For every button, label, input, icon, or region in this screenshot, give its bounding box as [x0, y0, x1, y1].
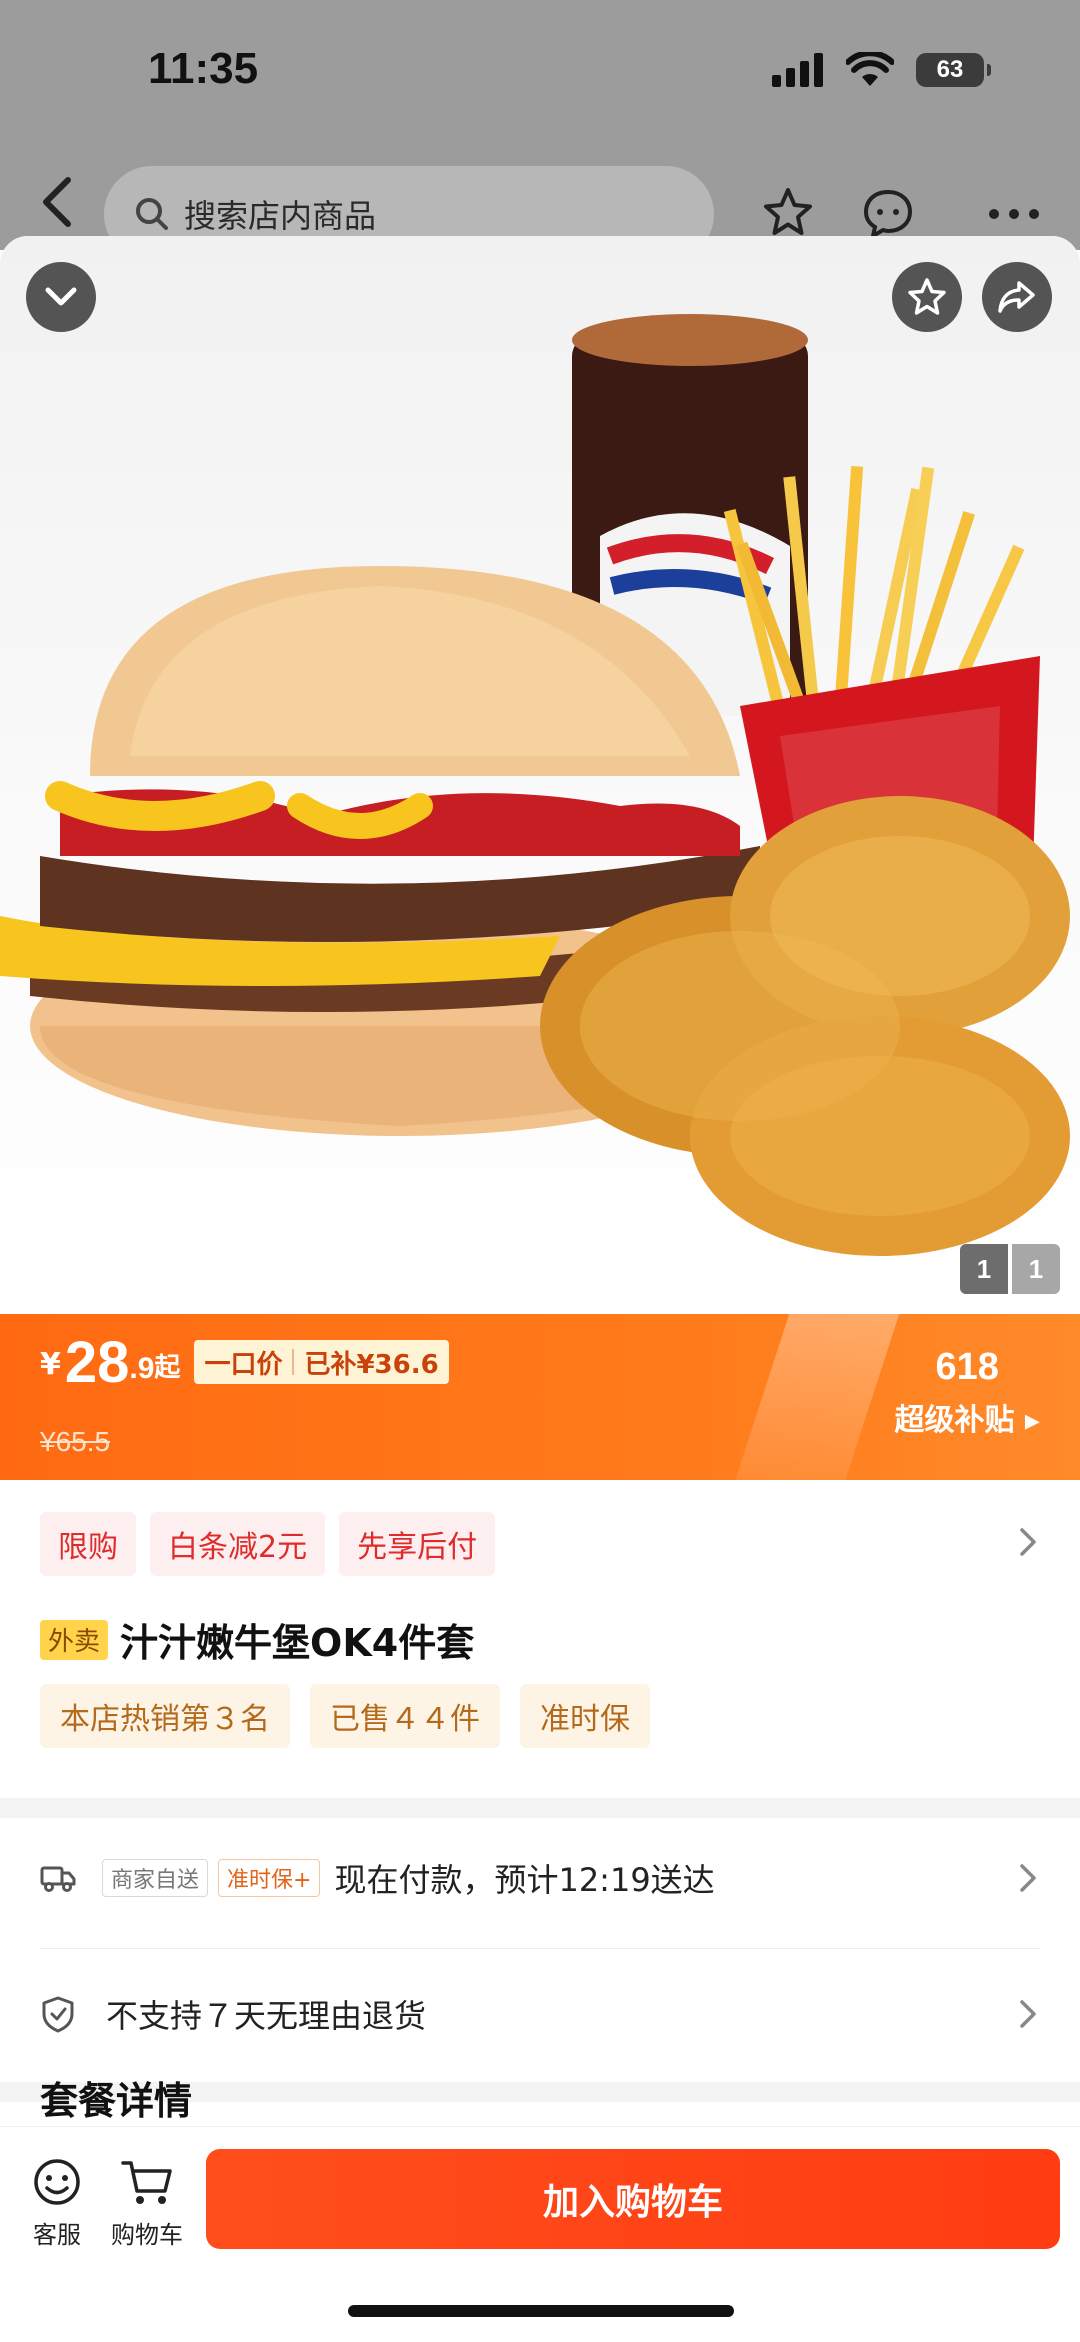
chevron-right-icon[interactable] — [1016, 1994, 1040, 2034]
star-icon — [908, 278, 946, 315]
return-policy-text: 不支持７天无理由退货 — [106, 1997, 427, 2035]
image-counter: 1 1 — [960, 1244, 1060, 1294]
home-indicator[interactable] — [348, 2305, 734, 2317]
promo-618-number: 618 — [935, 1346, 999, 1388]
image-current: 1 — [960, 1244, 1008, 1294]
favorite-product-button[interactable] — [892, 262, 962, 332]
promo-tag: 先享后付 — [339, 1512, 496, 1576]
super-subsidy-link[interactable]: 618 超级补贴 ▸ — [894, 1346, 1040, 1439]
current-price: ¥ 28 .9 起 一口价 已补¥36.6 — [40, 1334, 449, 1392]
customer-service-label: 客服 — [33, 2221, 81, 2249]
status-time: 11:35 — [148, 44, 259, 93]
favorite-store-icon[interactable] — [758, 184, 818, 244]
section-divider — [0, 1798, 1080, 1818]
on-time-guarantee-tag: 准时保+ — [218, 1859, 321, 1897]
chevron-right-icon[interactable] — [1016, 1522, 1040, 1562]
price-decimal: .9 — [129, 1352, 155, 1385]
shopping-cart-button[interactable]: 购物车 — [102, 2157, 192, 2250]
delivery-badge: 外卖 — [40, 1619, 109, 1660]
battery-indicator: 63 — [916, 53, 991, 87]
product-title: 汁汁嫩牛堡OK4件套 — [120, 1621, 475, 1665]
promo-tag: 限购 — [40, 1512, 136, 1576]
customer-chat-icon[interactable] — [858, 184, 918, 244]
product-detail-sheet: 1 1 ¥ 28 .9 起 一口价 已补¥36.6 ¥65.5 618 超级补贴… — [0, 236, 1080, 2341]
info-tag: 已售４４件 — [310, 1684, 500, 1748]
currency-symbol: ¥ — [40, 1347, 61, 1382]
fixed-price-tag: 一口价 已补¥36.6 — [194, 1340, 449, 1384]
add-to-cart-button[interactable]: 加入购物车 — [206, 2149, 1060, 2249]
collapse-sheet-button[interactable] — [26, 262, 96, 332]
product-title-row: 外卖 汁汁嫩牛堡OK4件套 — [40, 1612, 474, 1667]
wifi-icon — [846, 52, 894, 86]
customer-service-button[interactable]: 客服 — [12, 2157, 102, 2250]
search-icon — [136, 198, 168, 230]
delivery-truck-icon — [40, 1866, 76, 1892]
promo-tags[interactable]: 限购 白条减2元 先享后付 — [40, 1512, 496, 1576]
return-policy-row[interactable]: 不支持７天无理由退货 — [40, 1984, 1040, 2044]
promo-618-text: 超级补贴 ▸ — [894, 1403, 1040, 1438]
chevron-down-icon — [45, 287, 77, 306]
row-divider — [40, 1948, 1040, 1949]
delivery-estimate: 现在付款，预计12:19送达 — [334, 1861, 715, 1899]
product-image-gallery[interactable]: 1 1 — [0, 236, 1080, 1314]
status-bar: 11:35 63 — [0, 0, 1080, 150]
chevron-right-icon[interactable] — [1016, 1858, 1040, 1898]
original-price: ¥65.5 — [40, 1426, 111, 1457]
signal-icon — [772, 53, 823, 87]
shield-icon — [42, 1996, 74, 2033]
share-icon — [998, 281, 1035, 313]
banner-decoration — [724, 1314, 906, 1480]
back-arrow-icon[interactable] — [34, 174, 82, 230]
subsidy-label: 已补¥36.6 — [304, 1349, 439, 1380]
product-photo — [0, 314, 1070, 1256]
price-banner: ¥ 28 .9 起 一口价 已补¥36.6 ¥65.5 618 超级补贴 ▸ — [0, 1314, 1080, 1480]
merchant-delivery-tag: 商家自送 — [102, 1859, 209, 1897]
info-tag: 本店热销第３名 — [40, 1684, 290, 1748]
fixed-price-label: 一口价 — [204, 1349, 283, 1380]
search-placeholder: 搜索店内商品 — [184, 197, 377, 235]
shipping-info-row[interactable]: 商家自送 准时保+ 现在付款，预计12:19送达 — [40, 1848, 1040, 1908]
share-button[interactable] — [982, 262, 1052, 332]
image-total: 1 — [1012, 1244, 1060, 1294]
more-options-icon[interactable] — [984, 184, 1044, 244]
price-integer: 28 — [64, 1330, 130, 1395]
promo-tag: 白条减2元 — [150, 1512, 326, 1576]
info-tag: 准时保 — [520, 1684, 650, 1748]
shopping-cart-label: 购物车 — [111, 2221, 183, 2249]
store-header-overlay: 11:35 63 搜索店内商品 — [0, 0, 1080, 262]
smiley-chat-icon — [34, 2159, 80, 2205]
cart-icon — [121, 2161, 172, 2204]
status-icons: 63 — [772, 52, 991, 88]
price-suffix: 起 — [154, 1353, 181, 1383]
package-details-heading: 套餐详情 — [40, 2079, 193, 2123]
product-info-tags: 本店热销第３名 已售４４件 准时保 — [40, 1684, 650, 1748]
